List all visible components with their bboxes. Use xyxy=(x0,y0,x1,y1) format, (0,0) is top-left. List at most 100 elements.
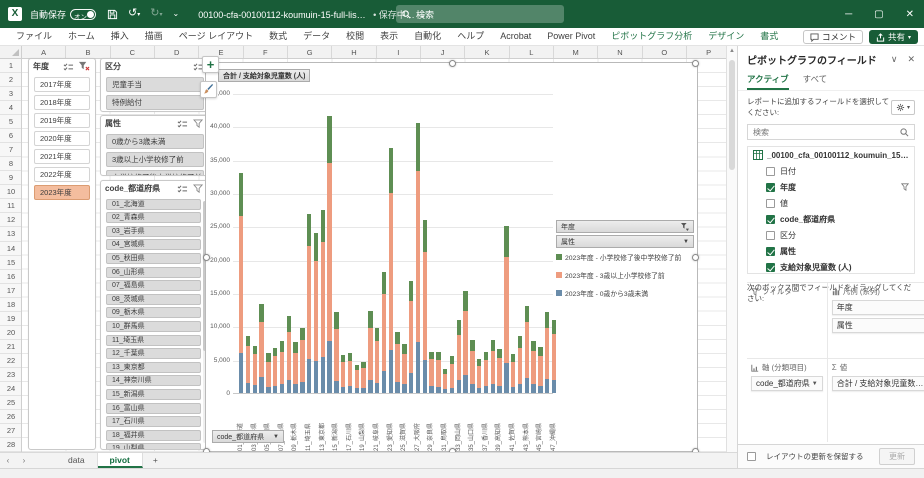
slicer-item[interactable]: 06_山形県 xyxy=(106,267,201,278)
comments-button[interactable]: コメント xyxy=(803,30,863,44)
select-all-corner[interactable] xyxy=(0,46,22,59)
slicer-item[interactable]: 0歳から3歳未満 xyxy=(106,134,204,149)
field-checkbox[interactable] xyxy=(766,167,775,176)
row-header[interactable]: 2 xyxy=(0,73,22,87)
legend-area[interactable]: 凡例 (系列) 年度▼属性▼ xyxy=(827,282,924,358)
sheet-nav-left-icon[interactable]: ‹ xyxy=(0,453,16,468)
field-checkbox[interactable] xyxy=(766,215,775,224)
column-header[interactable]: N xyxy=(598,46,642,59)
slicer-item[interactable]: 小学校修了後中学校修了前 xyxy=(106,170,204,176)
column-header[interactable]: M xyxy=(554,46,598,59)
chevron-down-icon[interactable]: ∨ xyxy=(891,54,898,65)
field-checkbox[interactable] xyxy=(766,263,775,272)
column-header[interactable]: P xyxy=(687,46,726,59)
selection-handle[interactable] xyxy=(203,254,210,261)
sheet-nav-right-icon[interactable]: › xyxy=(16,453,32,468)
area-field-pill[interactable]: 年度▼ xyxy=(832,300,924,315)
close-button[interactable]: ✕ xyxy=(906,9,914,20)
ribbon-tab[interactable]: 表示 xyxy=(372,28,406,45)
column-header[interactable]: I xyxy=(377,46,421,59)
axis-field-button[interactable]: code_都道府県 ▼ xyxy=(212,430,284,443)
slicer-item[interactable]: 09_栃木県 xyxy=(106,307,201,318)
field-row[interactable]: 値 xyxy=(748,195,914,211)
row-header[interactable]: 16 xyxy=(0,270,22,284)
column-header[interactable]: J xyxy=(421,46,465,59)
row-header[interactable]: 3 xyxy=(0,87,22,101)
row-header[interactable]: 10 xyxy=(0,185,22,199)
area-field-pill[interactable]: code_都道府県▼ xyxy=(751,376,823,391)
filter-icon[interactable] xyxy=(191,183,205,195)
slicer-item[interactable]: 03_岩手県 xyxy=(106,226,201,237)
row-header[interactable]: 20 xyxy=(0,326,22,340)
slicer-item[interactable]: 3歳以上小学校修了前 xyxy=(106,152,204,167)
row-header[interactable]: 27 xyxy=(0,424,22,438)
scrollbar-thumb[interactable] xyxy=(729,60,735,170)
area-field-pill[interactable]: 合計 / 支給対象児童数…▼ xyxy=(832,376,924,391)
row-header[interactable]: 22 xyxy=(0,354,22,368)
field-checkbox[interactable] xyxy=(766,231,775,240)
slicer-item[interactable]: 19_山梨県 xyxy=(106,443,201,450)
row-header[interactable]: 11 xyxy=(0,199,22,213)
ribbon-tab[interactable]: Acrobat xyxy=(492,28,539,45)
row-header[interactable]: 5 xyxy=(0,115,22,129)
row-header[interactable]: 7 xyxy=(0,143,22,157)
vertical-scrollbar[interactable]: ▲ xyxy=(726,46,737,452)
ribbon-tab[interactable]: ファイル xyxy=(8,28,60,45)
slicer-item[interactable]: 児童手当 xyxy=(106,77,204,92)
field-row[interactable]: 区分 xyxy=(748,227,914,243)
field-table-row[interactable]: _00100_cfa_00100112_koumuin_15_full_… xyxy=(748,147,914,163)
row-header[interactable]: 21 xyxy=(0,340,22,354)
scroll-up-icon[interactable]: ▲ xyxy=(729,48,735,54)
slicer-item[interactable]: 04_宮城県 xyxy=(106,239,201,250)
multi-select-icon[interactable] xyxy=(175,118,189,130)
fields-search-input[interactable]: 検索 xyxy=(747,124,915,140)
slicer-item[interactable]: 12_千葉県 xyxy=(106,348,201,359)
slicer-item[interactable]: 02_青森県 xyxy=(106,212,201,223)
row-header[interactable]: 1 xyxy=(0,59,22,73)
column-header[interactable]: H xyxy=(332,46,376,59)
ribbon-tab[interactable]: 描画 xyxy=(137,28,171,45)
slicer-item[interactable]: 2022年度 xyxy=(34,167,90,182)
slicer-item[interactable]: 2018年度 xyxy=(34,95,90,110)
column-header[interactable]: K xyxy=(465,46,509,59)
field-row[interactable]: 年度 xyxy=(748,179,914,195)
selection-handle[interactable] xyxy=(692,60,699,67)
slicer-item[interactable]: 14_神奈川県 xyxy=(106,375,201,386)
area-field-pill[interactable]: 属性▼ xyxy=(832,318,924,333)
multi-select-icon[interactable] xyxy=(175,183,189,195)
row-header[interactable]: 6 xyxy=(0,129,22,143)
pivot-chart[interactable]: 合計 / 支給対象児童数 (人) 05,00010,00015,00020,00… xyxy=(205,62,698,452)
row-header[interactable]: 12 xyxy=(0,213,22,227)
share-button[interactable]: 共有 ▾ xyxy=(869,30,918,44)
sheet-tab-pivot[interactable]: pivot xyxy=(98,453,143,468)
ribbon-contextual-tab[interactable]: デザイン xyxy=(700,28,752,45)
chart-styles-button[interactable] xyxy=(200,81,217,98)
axis-area[interactable]: 軸 (分類項目) code_都道府県▼ xyxy=(747,358,827,442)
slicer-item[interactable]: 16_富山県 xyxy=(106,403,201,414)
close-pane-icon[interactable]: ✕ xyxy=(907,54,915,65)
tools-button[interactable]: ▾ xyxy=(891,100,915,115)
pane-tab-すべて[interactable]: すべて xyxy=(803,73,828,90)
column-header[interactable]: G xyxy=(288,46,332,59)
field-row[interactable]: 属性 xyxy=(748,243,914,259)
legend-field-button-nendo[interactable]: 年度 xyxy=(556,220,694,233)
slicer-item[interactable]: 10_群馬県 xyxy=(106,321,201,332)
row-header[interactable]: 14 xyxy=(0,242,22,256)
field-row[interactable]: code_都道府県 xyxy=(748,211,914,227)
quick-access-caret-icon[interactable]: ⌄ xyxy=(172,0,179,28)
ribbon-contextual-tab[interactable]: ピボットグラフ分析 xyxy=(603,28,700,45)
filters-area[interactable]: フィルター xyxy=(747,282,827,358)
row-header[interactable]: 9 xyxy=(0,171,22,185)
ribbon-tab[interactable]: ヘルプ xyxy=(449,28,492,45)
slicer-item[interactable]: 2021年度 xyxy=(34,149,90,164)
row-header[interactable]: 4 xyxy=(0,101,22,115)
column-header[interactable]: F xyxy=(244,46,288,59)
slicer-item[interactable]: 07_福島県 xyxy=(106,280,201,291)
ribbon-tab[interactable]: 数式 xyxy=(261,28,295,45)
ribbon-tab[interactable]: 自動化 xyxy=(406,28,449,45)
field-checkbox[interactable] xyxy=(766,199,775,208)
column-header[interactable]: O xyxy=(643,46,687,59)
document-title[interactable]: 00100-cfa-00100112-koumuin-15-full-lis… … xyxy=(198,8,425,21)
row-header[interactable]: 28 xyxy=(0,438,22,452)
pane-tab-アクティブ[interactable]: アクティブ xyxy=(747,73,789,90)
